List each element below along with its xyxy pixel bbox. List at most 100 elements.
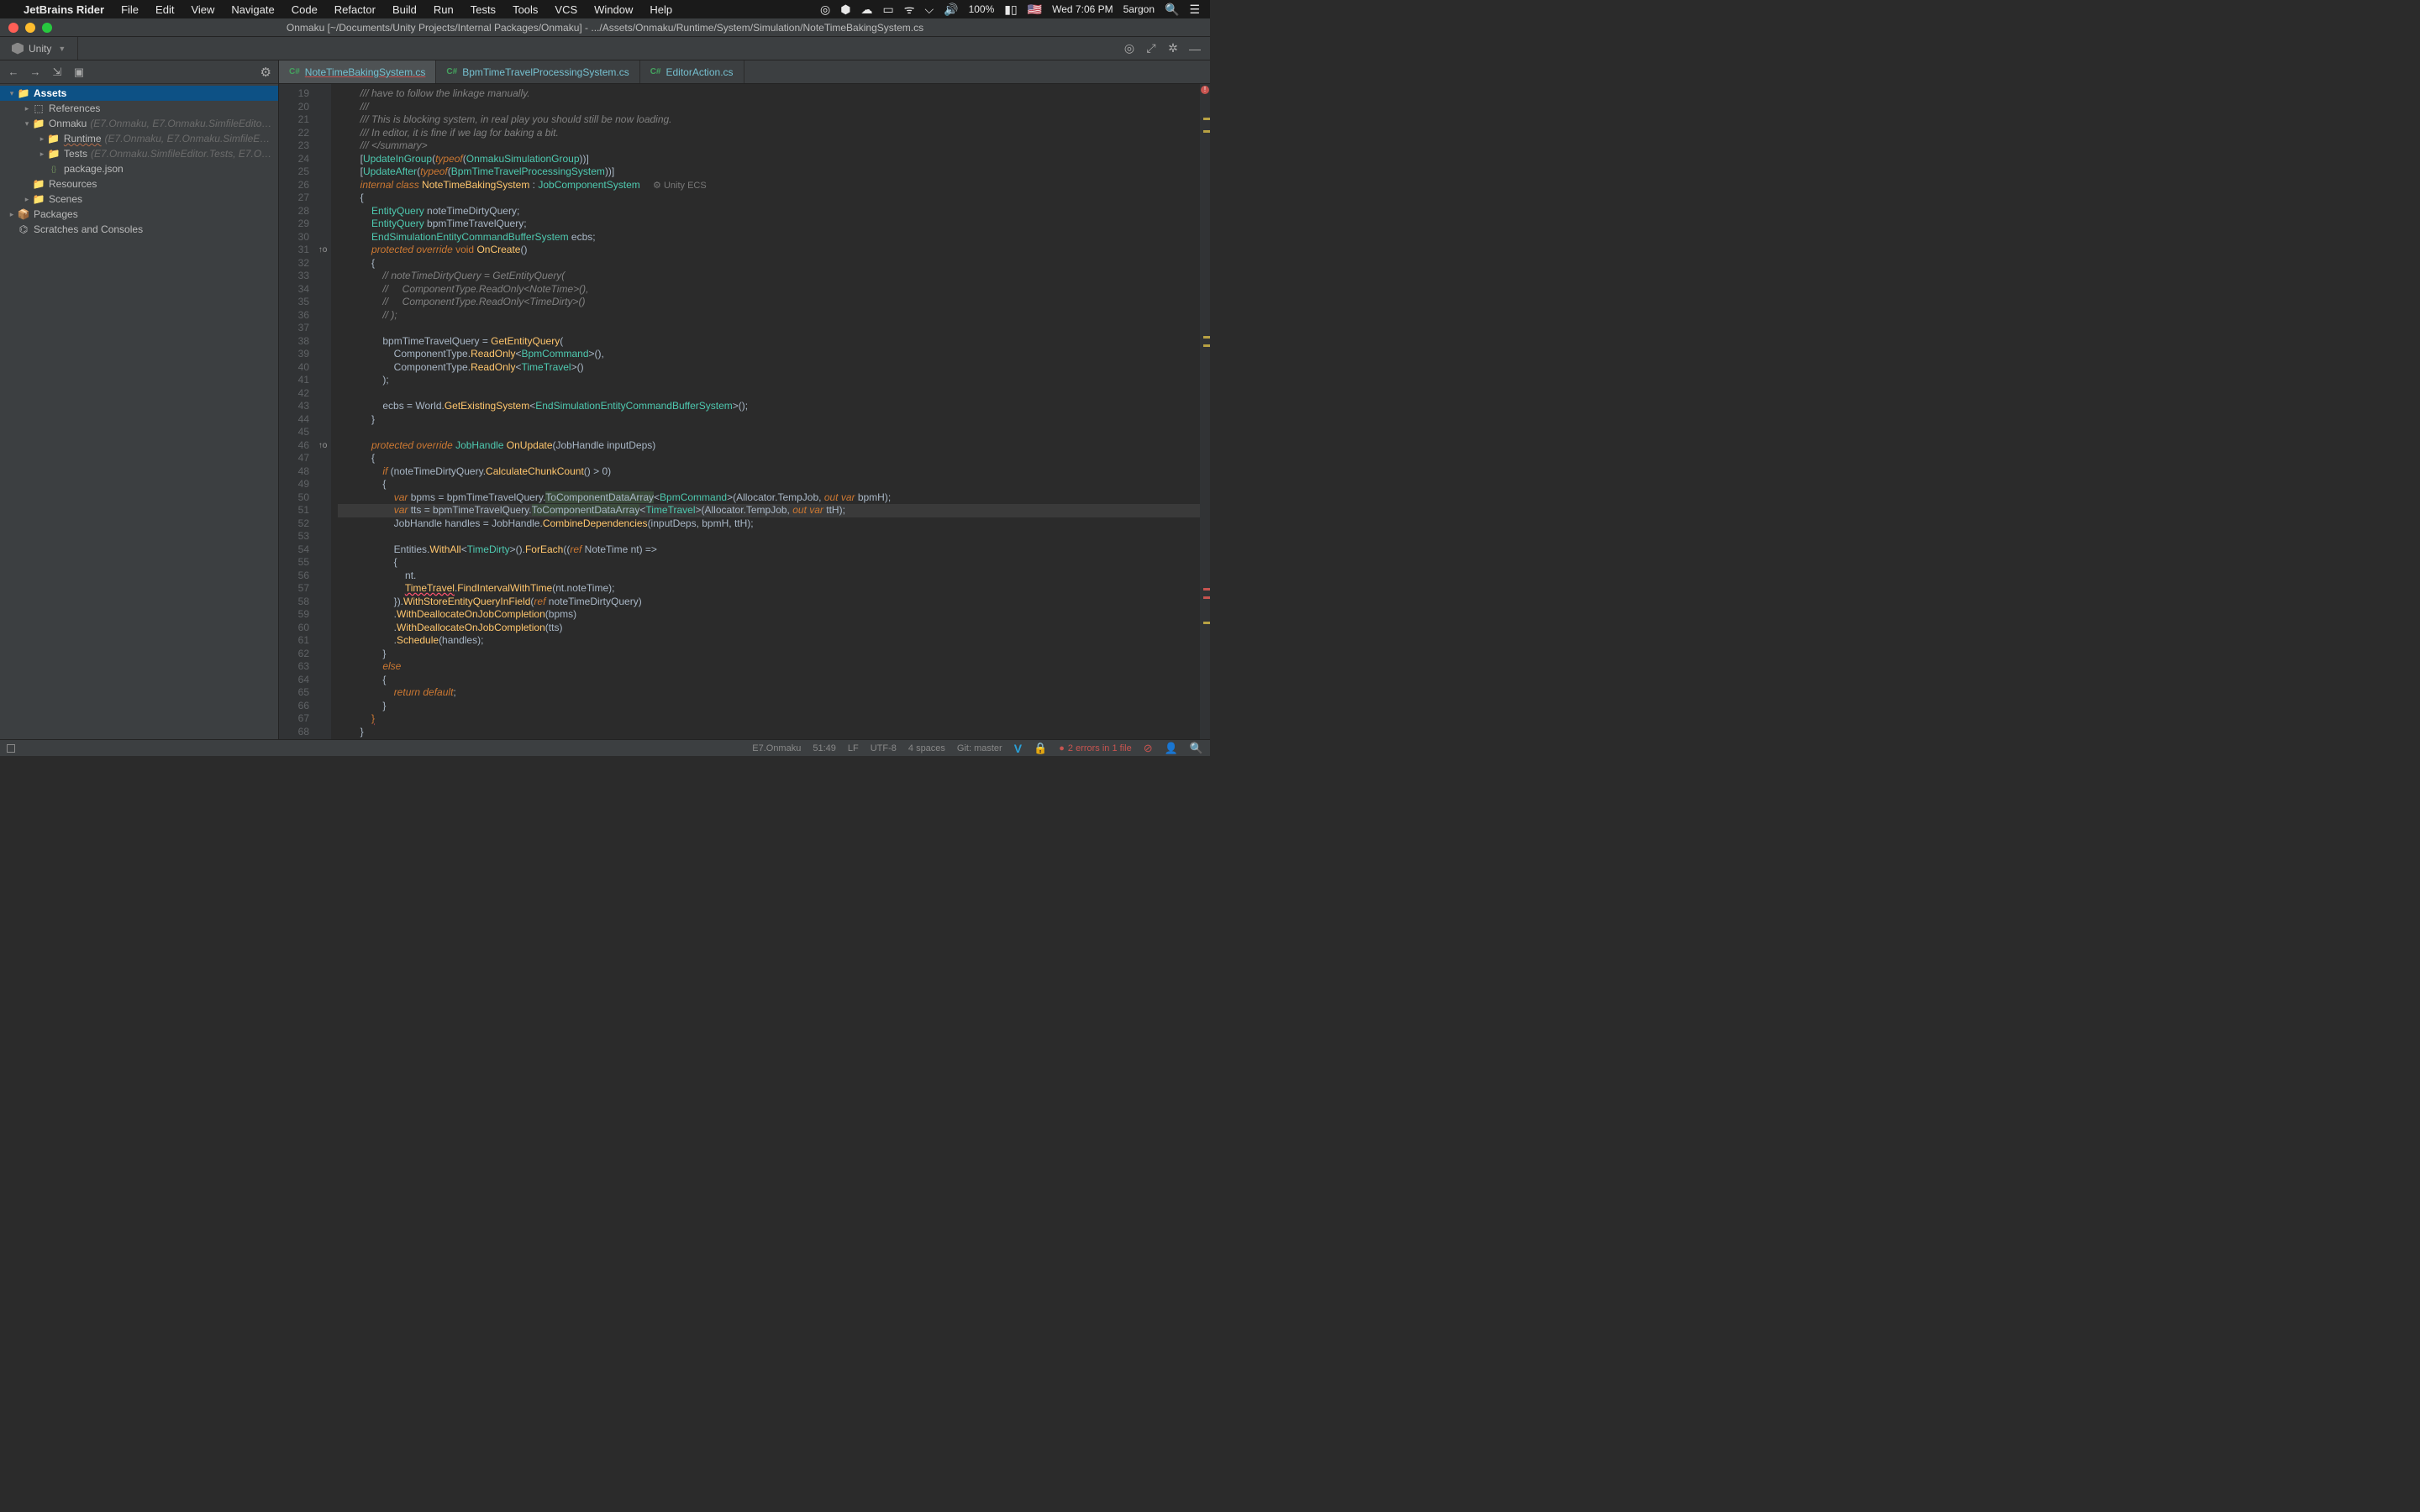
forward-icon[interactable]: → [29,66,42,79]
flag-icon[interactable]: 🇺🇸 [1028,3,1042,17]
bluetooth-icon[interactable]: ⌵ [925,3,934,17]
menu-navigate[interactable]: Navigate [223,3,282,16]
tree-row[interactable]: ▸📦Packages [0,207,278,222]
context-label[interactable]: E7.Onmaku [752,743,801,753]
expand-toggle[interactable]: ▸ [22,104,32,113]
folder-icon: 📁 [32,178,45,190]
settings-icon[interactable]: ✲ [1165,40,1181,57]
editor-tab[interactable]: C# NoteTimeBakingSystem.cs [279,60,436,83]
eye-icon[interactable]: ◎ [820,3,830,17]
menu-run[interactable]: Run [425,3,462,16]
error-marker[interactable] [1203,596,1210,599]
warning-marker[interactable] [1203,118,1210,120]
tree-row[interactable]: ▸⬚References [0,101,278,116]
warning-marker[interactable] [1203,622,1210,624]
analysis-indicator[interactable]: ! [1201,86,1209,94]
dropbox-icon[interactable]: ⬢ [840,3,850,17]
menu-tools[interactable]: Tools [504,3,546,16]
tool-window-toggle[interactable] [7,744,15,753]
errors-indicator[interactable]: ● 2 errors in 1 file [1059,743,1131,753]
lock-icon[interactable]: 🔒 [1034,742,1047,755]
close-window-button[interactable] [8,23,18,33]
tab-label: NoteTimeBakingSystem.cs [305,66,426,78]
spotlight-icon[interactable]: 🔍 [1165,3,1179,17]
project-tree[interactable]: ▾📁Assets▸⬚References▾📁Onmaku(E7.Onmaku, … [0,84,278,739]
no-entry-icon[interactable]: ⊘ [1144,742,1153,755]
editor-tab[interactable]: C#EditorAction.cs [640,60,744,83]
lang-badge: C# [289,67,300,76]
editor-body: 1920212223242526272829303132333435363738… [279,84,1210,739]
editor-tab[interactable]: C#BpmTimeTravelProcessingSystem.cs [436,60,639,83]
tree-row[interactable]: {} package.json [0,161,278,176]
warning-marker[interactable] [1203,344,1210,347]
code-editor[interactable]: /// have to follow the linkage manually.… [331,84,1200,739]
expand-toggle[interactable]: ▸ [7,210,17,219]
flatten-icon[interactable]: ⇲ [50,66,64,79]
folder-icon: 📁 [47,133,60,144]
expand-toggle[interactable]: ▸ [22,195,32,204]
menu-refactor[interactable]: Refactor [326,3,384,16]
line-number-gutter[interactable]: 1920212223242526272829303132333435363738… [279,84,314,739]
expand-toggle[interactable]: ▾ [7,89,17,98]
back-icon[interactable]: ← [7,66,20,79]
warning-marker[interactable] [1203,130,1210,133]
collapse-icon[interactable]: — [1186,40,1203,57]
target-icon[interactable]: ◎ [1121,40,1138,57]
file-encoding[interactable]: UTF-8 [871,743,897,753]
tree-row[interactable]: ▸📁Runtime(E7.Onmaku, E7.Onmaku.SimfileEd… [0,131,278,146]
tree-row[interactable]: ▾📁Assets [0,86,278,101]
cloud-icon[interactable]: ☁ [860,3,872,17]
tree-label: Scenes [49,193,82,205]
line-separator[interactable]: LF [848,743,859,753]
username[interactable]: 5argon [1123,3,1155,15]
zoom-window-button[interactable] [42,23,52,33]
expand-toggle[interactable]: ▸ [37,134,47,144]
gear-icon[interactable]: ⚙ [260,65,271,80]
menu-icon[interactable]: ☰ [1189,3,1200,17]
volume-icon[interactable]: 🔊 [944,3,958,17]
menu-help[interactable]: Help [641,3,681,16]
menu-build[interactable]: Build [384,3,425,16]
tree-label: package.json [64,163,124,175]
status-bar: E7.Onmaku 51:49 LF UTF-8 4 spaces Git: m… [0,739,1210,756]
tree-row[interactable]: ⌬Scratches and Consoles [0,222,278,237]
vcs-icon[interactable]: V [1014,742,1022,755]
caret-position[interactable]: 51:49 [813,743,836,753]
tree-row[interactable]: ▸📁Tests(E7.Onmaku.SimfileEditor.Tests, E… [0,146,278,161]
warning-marker[interactable] [1203,336,1210,339]
tree-row[interactable]: 📁Resources [0,176,278,192]
menu-edit[interactable]: Edit [147,3,182,16]
battery-icon[interactable]: ▮▯ [1004,3,1017,17]
tree-row[interactable]: ▸📁 Scenes [0,192,278,207]
menu-window[interactable]: Window [586,3,641,16]
inspector-icon[interactable]: 👤 [1165,742,1178,755]
minimize-window-button[interactable] [25,23,35,33]
git-branch[interactable]: Git: master [957,743,1002,753]
expand-toggle[interactable]: ▾ [22,119,32,129]
tree-label: Tests [64,148,87,160]
indent-setting[interactable]: 4 spaces [908,743,945,753]
search-icon[interactable]: 🔍 [1190,742,1203,755]
folder-icon: 📁 [32,193,45,205]
battery-percent: 100% [969,3,995,15]
menu-tests[interactable]: Tests [462,3,504,16]
expand-icon[interactable]: ⤢ [1143,40,1160,57]
error-marker[interactable] [1203,588,1210,591]
menu-file[interactable]: File [113,3,147,16]
marker-gutter[interactable]: ↑o↑o [314,84,331,739]
menu-code[interactable]: Code [283,3,326,16]
display-icon[interactable]: ▭ [882,3,893,17]
expand-toggle[interactable]: ▸ [37,150,47,159]
unity-platform-selector[interactable]: Unity ▼ [0,37,78,60]
json-icon: {} [47,163,60,175]
show-icon[interactable]: ▣ [72,66,86,79]
menu-vcs[interactable]: VCS [546,3,586,16]
tree-hint: (E7.Onmaku.SimfileEditor.Tests, E7.O… [91,148,271,160]
tree-row[interactable]: ▾📁Onmaku(E7.Onmaku, E7.Onmaku.SimfileEdi… [0,116,278,131]
wifi-icon[interactable]: ᯤ [904,2,915,18]
error-stripe[interactable]: ! [1200,84,1210,739]
menu-view[interactable]: View [182,3,223,16]
clock[interactable]: Wed 7:06 PM [1052,3,1113,15]
window-titlebar: Onmaku [~/Documents/Unity Projects/Inter… [0,18,1210,37]
app-name[interactable]: JetBrains Rider [15,3,113,16]
